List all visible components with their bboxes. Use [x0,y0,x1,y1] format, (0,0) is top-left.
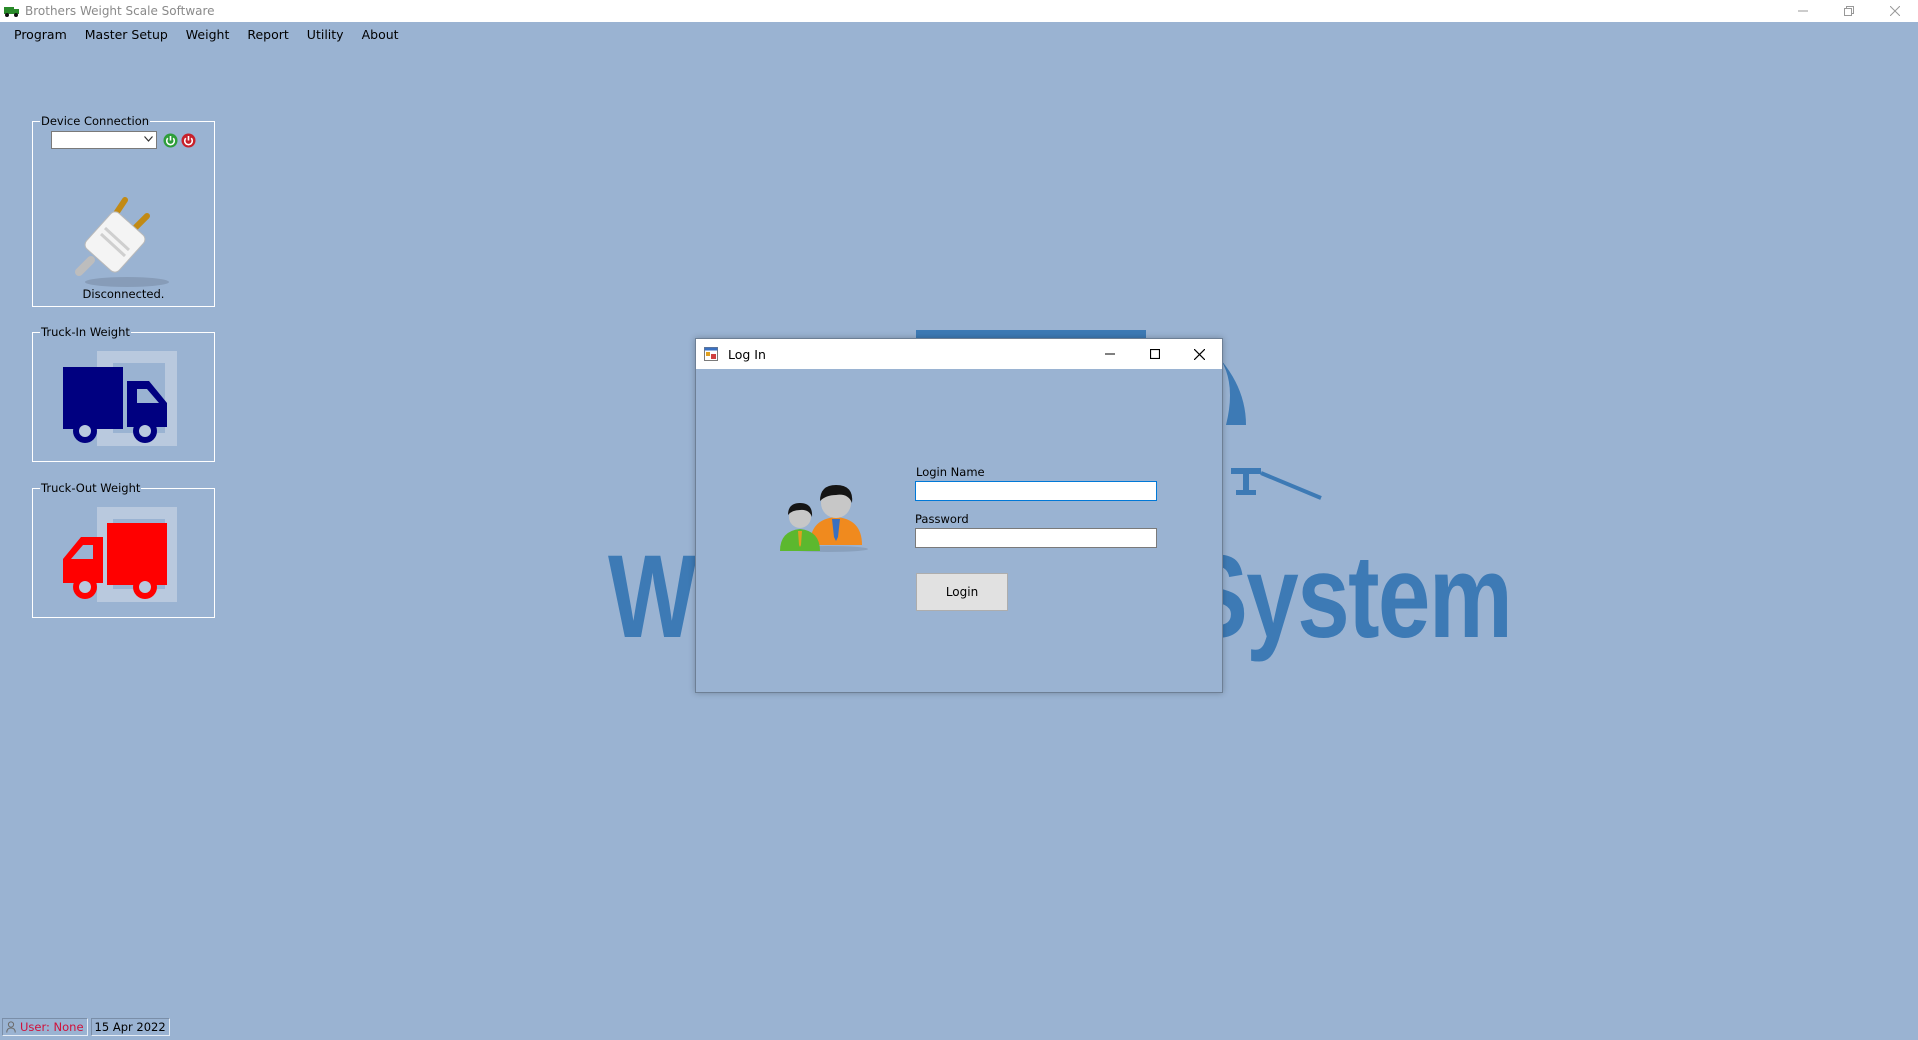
dialog-minimize-button[interactable] [1087,339,1132,369]
device-connection-title: Device Connection [40,114,151,128]
dialog-close-button[interactable] [1177,339,1222,369]
connect-button[interactable] [163,133,178,148]
password-input[interactable] [915,528,1157,548]
close-icon [1194,348,1205,360]
close-icon [1890,6,1900,16]
menu-master-setup[interactable]: Master Setup [76,24,177,46]
restore-icon [1844,6,1854,16]
minimize-icon [1104,353,1115,355]
truck-in-icon [63,351,177,446]
minimize-button[interactable] [1780,0,1826,22]
device-connection-group: Device Connection Disconnected. [32,114,215,307]
password-label: Password [915,512,969,526]
connection-status: Disconnected. [82,287,165,301]
window-titlebar: Brothers Weight Scale Software [0,0,1918,22]
menu-utility[interactable]: Utility [298,24,353,46]
menu-program[interactable]: Program [5,24,76,46]
date-status: 15 Apr 2022 [90,1018,170,1036]
menu-about[interactable]: About [353,24,408,46]
chevron-down-icon [144,136,153,142]
truck-out-weight-button[interactable]: Truck-Out Weight [32,481,215,618]
plug-icon [75,197,169,287]
menu-bar: Program Master Setup Weight Report Utili… [5,24,408,46]
login-dialog-title: Log In [728,346,766,362]
menu-report[interactable]: Report [238,24,297,46]
port-select[interactable] [51,131,157,149]
users-icon [780,485,868,552]
truck-out-weight-title: Truck-Out Weight [40,481,142,495]
status-bar: User: None 15 Apr 2022 [2,1018,173,1036]
login-button[interactable]: Login [916,573,1008,611]
login-name-label: Login Name [916,465,985,479]
login-dialog-titlebar: Log In [696,339,1222,369]
truck-out-icon [63,507,177,602]
dialog-maximize-button[interactable] [1132,339,1177,369]
user-icon [6,1021,16,1033]
close-button[interactable] [1872,0,1918,22]
window-title: Brothers Weight Scale Software [25,4,215,18]
disconnect-button[interactable] [181,133,196,148]
truck-in-weight-button[interactable]: Truck-In Weight [32,325,215,462]
restore-button[interactable] [1826,0,1872,22]
menu-weight[interactable]: Weight [177,24,239,46]
login-name-input[interactable] [915,481,1157,501]
maximize-icon [1149,349,1160,359]
user-status: User: None [2,1018,88,1036]
date-status-text: 15 Apr 2022 [94,1020,166,1034]
form-icon [704,347,718,361]
truck-in-weight-title: Truck-In Weight [40,325,131,339]
minimize-icon [1798,10,1808,12]
user-status-text: User: None [20,1020,84,1034]
truck-app-icon [4,7,19,17]
login-dialog: Log In Login Name Password Login [695,338,1223,693]
